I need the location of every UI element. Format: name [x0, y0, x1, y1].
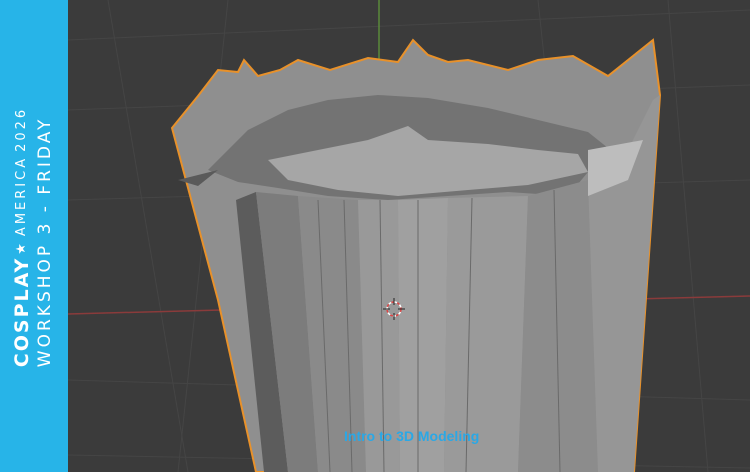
video-caption: Intro to 3D Modeling	[344, 428, 480, 444]
brand-title: COSPLAY ★ AMERICA 2026	[11, 105, 33, 367]
banner-text: COSPLAY ★ AMERICA 2026 WORKSHOP 3 - FRID…	[11, 105, 57, 367]
viewport-canvas	[68, 0, 750, 472]
brand-america: AMERICA	[14, 155, 29, 237]
cylinder-mesh	[170, 38, 662, 472]
brand-star-icon: ★	[14, 240, 29, 255]
workshop-label: WORKSHOP 3 - FRIDAY	[35, 116, 55, 368]
3d-viewport[interactable]: Intro to 3D Modeling	[68, 0, 750, 472]
event-banner: COSPLAY ★ AMERICA 2026 WORKSHOP 3 - FRID…	[0, 0, 68, 472]
brand-year: 2026	[14, 106, 29, 152]
brand-cosplay: COSPLAY	[11, 256, 33, 368]
